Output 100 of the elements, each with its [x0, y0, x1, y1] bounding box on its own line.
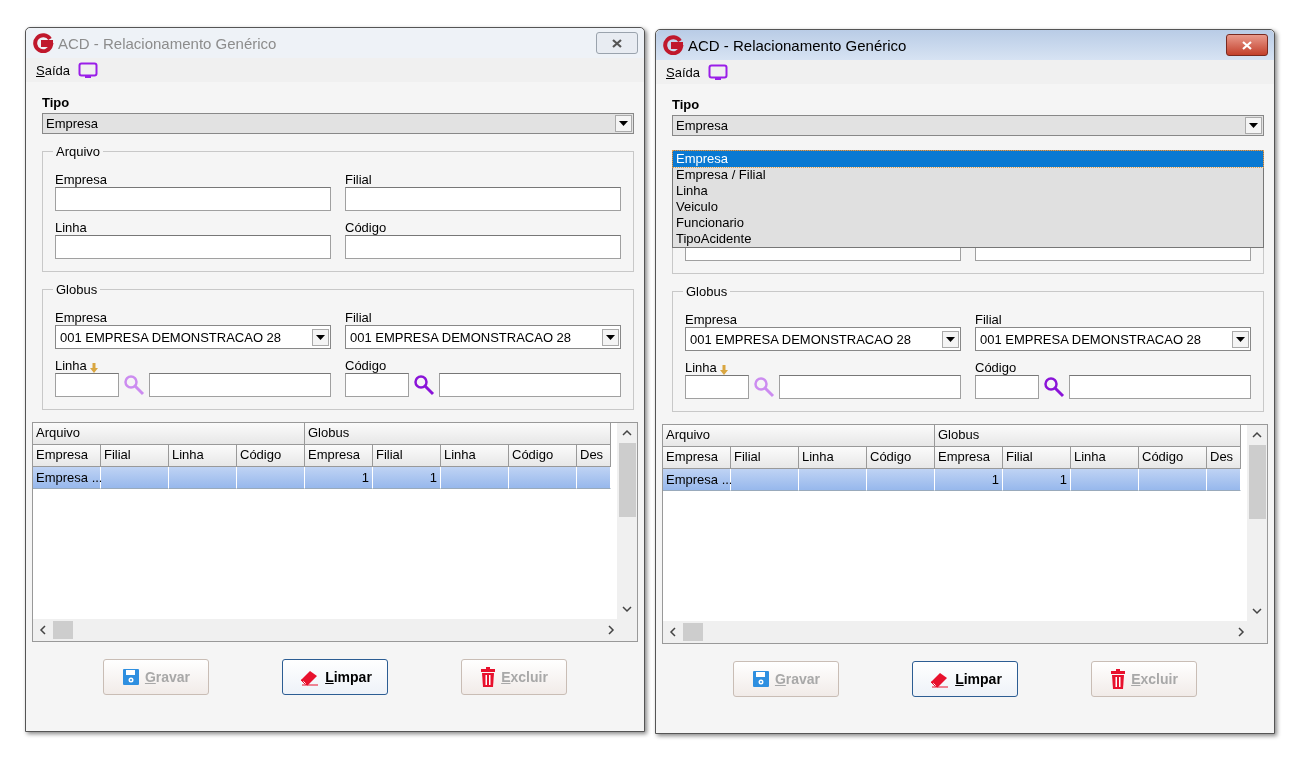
type-dropdown[interactable]: Empresa — [672, 115, 1264, 136]
column-header[interactable]: Filial — [373, 445, 441, 467]
table-row[interactable]: Empresa ... 1 1 — [663, 469, 1247, 491]
column-header[interactable]: Des — [577, 445, 611, 467]
dropdown-option[interactable]: Veiculo — [673, 199, 1263, 215]
input-field[interactable] — [55, 235, 331, 259]
input-field[interactable] — [149, 373, 331, 397]
scroll-thumb[interactable] — [53, 621, 73, 639]
column-header[interactable]: Linha — [169, 445, 237, 467]
dropdown-arrow-icon[interactable] — [1249, 123, 1258, 128]
trash-icon — [1110, 669, 1127, 689]
input-field[interactable] — [1069, 375, 1251, 399]
input-field[interactable] — [439, 373, 621, 397]
column-header[interactable]: Código — [867, 447, 935, 469]
window-title: ACD - Relacionamento Genérico — [688, 36, 908, 54]
column-header[interactable]: Código — [237, 445, 305, 467]
column-header[interactable]: Filial — [1003, 447, 1071, 469]
column-header[interactable]: Empresa — [305, 445, 373, 467]
input-field[interactable] — [345, 187, 621, 211]
horizontal-scrollbar[interactable] — [33, 619, 637, 641]
table-cell: 1 — [1003, 469, 1071, 491]
scroll-thumb[interactable] — [1248, 445, 1266, 519]
input-field[interactable] — [55, 187, 331, 211]
column-header[interactable]: Código — [1139, 447, 1207, 469]
field-label: Linha — [685, 360, 717, 375]
dropdown-arrow-icon[interactable] — [946, 336, 955, 342]
scroll-right-icon[interactable] — [1235, 626, 1247, 638]
menu-item[interactable]: Saída — [666, 64, 700, 80]
scroll-down-icon[interactable] — [621, 603, 633, 615]
input-field[interactable] — [975, 375, 1039, 399]
clear-button[interactable]: Limpar — [912, 661, 1018, 697]
dropdown-field[interactable]: 001 EMPRESA DEMONSTRACAO 28 — [55, 325, 331, 349]
dropdown-arrow-icon[interactable] — [1236, 336, 1245, 342]
logo-icon — [32, 33, 54, 53]
logo-icon — [662, 35, 684, 55]
column-header[interactable]: Empresa — [935, 447, 1003, 469]
field-label: Linha — [55, 358, 87, 373]
column-header[interactable]: Código — [509, 445, 577, 467]
menu-item[interactable]: Saída — [36, 62, 70, 78]
dropdown-field[interactable]: 001 EMPRESA DEMONSTRACAO 28 — [975, 327, 1251, 351]
vertical-scrollbar[interactable] — [617, 423, 637, 619]
column-header[interactable]: Filial — [101, 445, 169, 467]
window-title: ACD - Relacionamento Genérico — [58, 34, 278, 52]
input-field[interactable] — [345, 373, 409, 397]
group-title: Globus — [55, 282, 99, 297]
dropdown-option[interactable]: TipoAcidente — [673, 231, 1263, 247]
dropdown-field[interactable]: 001 EMPRESA DEMONSTRACAO 28 — [685, 327, 961, 351]
column-group-header: Arquivo — [663, 425, 935, 447]
table-cell: 1 — [373, 467, 441, 489]
input-field[interactable] — [55, 373, 119, 397]
dropdown-field[interactable]: 001 EMPRESA DEMONSTRACAO 28 — [345, 325, 621, 349]
search-icon[interactable] — [1043, 376, 1065, 398]
table-cell: 1 — [305, 467, 373, 489]
dropdown-arrow-icon[interactable] — [316, 334, 325, 340]
eraser-icon — [928, 670, 951, 688]
dropdown-option[interactable]: Funcionario — [673, 215, 1263, 231]
field-label: Tipo — [42, 95, 71, 112]
scroll-right-icon[interactable] — [605, 624, 617, 636]
search-icon[interactable] — [413, 374, 435, 396]
field-label: Empresa — [55, 310, 108, 325]
input-field[interactable] — [685, 375, 749, 399]
column-header[interactable]: Filial — [731, 447, 799, 469]
field-label: Filial — [345, 310, 372, 325]
column-header[interactable]: Empresa — [663, 447, 731, 469]
scroll-left-icon[interactable] — [667, 626, 679, 638]
dropdown-arrow-icon[interactable] — [619, 121, 628, 126]
close-button[interactable] — [596, 32, 638, 54]
column-header[interactable]: Linha — [1071, 447, 1139, 469]
field-label: Tipo — [672, 97, 701, 114]
column-header[interactable]: Des — [1207, 447, 1241, 469]
monitor-icon[interactable] — [78, 61, 98, 79]
table-cell: Empresa ... — [33, 467, 101, 489]
field-label: Empresa — [685, 312, 738, 327]
group-title: Arquivo — [55, 144, 102, 159]
input-field[interactable] — [779, 375, 961, 399]
type-dropdown[interactable]: Empresa — [42, 113, 634, 134]
scroll-left-icon[interactable] — [37, 624, 49, 636]
field-label: Código — [345, 220, 387, 235]
horizontal-scrollbar[interactable] — [663, 621, 1267, 643]
eraser-icon — [298, 668, 321, 686]
dropdown-option[interactable]: Linha — [673, 183, 1263, 199]
column-header[interactable]: Empresa — [33, 445, 101, 467]
dropdown-arrow-icon[interactable] — [606, 334, 615, 340]
table-row[interactable]: Empresa ... 1 1 — [33, 467, 617, 489]
input-field[interactable] — [345, 235, 621, 259]
close-icon — [612, 38, 622, 48]
group-title: Globus — [685, 284, 729, 299]
monitor-icon[interactable] — [708, 63, 728, 81]
scroll-thumb[interactable] — [683, 623, 703, 641]
column-header[interactable]: Linha — [799, 447, 867, 469]
trash-icon — [480, 667, 497, 687]
dropdown-option[interactable]: Empresa — [673, 151, 1263, 167]
column-header[interactable]: Linha — [441, 445, 509, 467]
dropdown-option[interactable]: Empresa / Filial — [673, 167, 1263, 183]
scroll-down-icon[interactable] — [1251, 605, 1263, 617]
close-button[interactable] — [1226, 34, 1268, 56]
scroll-thumb[interactable] — [618, 443, 636, 517]
clear-button[interactable]: Limpar — [282, 659, 388, 695]
vertical-scrollbar[interactable] — [1247, 425, 1267, 621]
field-label: Empresa — [55, 172, 108, 187]
